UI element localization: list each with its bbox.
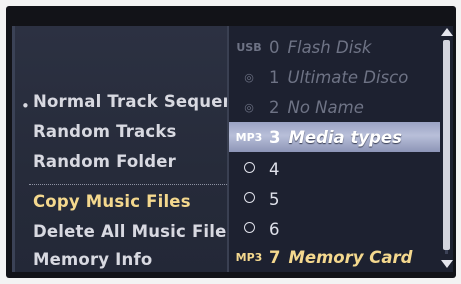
mp3-memory-icon: MP3 — [235, 250, 263, 264]
scroll-up-arrow-icon[interactable] — [441, 28, 453, 36]
media-item-media-types[interactable]: MP3 3 Media types — [229, 122, 441, 152]
menu-item-memory-info[interactable]: Memory Info — [33, 246, 152, 272]
disc-icon: ◎ — [244, 100, 254, 114]
media-name: Ultimate Disco — [287, 67, 409, 87]
media-item-memory-card[interactable]: MP3 7 Memory Card — [229, 242, 441, 272]
media-number: 7 — [269, 247, 281, 267]
media-number: 5 — [269, 189, 280, 209]
media-number: 0 — [269, 37, 280, 57]
scroll-down-arrow-icon[interactable] — [441, 260, 453, 268]
selected-bullet: • — [21, 97, 30, 115]
media-item-flash-disk[interactable]: USB 0 Flash Disk — [229, 32, 441, 62]
menu-item-copy-music-files[interactable]: Copy Music Files — [33, 188, 191, 216]
media-number: 4 — [269, 159, 280, 179]
empty-slot-icon — [229, 222, 269, 236]
scrollbar[interactable] — [440, 26, 453, 272]
media-screen: • Normal Track Sequence Random Tracks Ra… — [12, 26, 453, 272]
media-name: Memory Card — [288, 247, 413, 267]
media-name: Media types — [288, 127, 402, 147]
media-name: Flash Disk — [287, 37, 372, 57]
media-number: 2 — [269, 97, 280, 117]
media-item-no-name[interactable]: ◎ 2 No Name — [229, 92, 441, 122]
options-menu: • Normal Track Sequence Random Tracks Ra… — [12, 26, 229, 272]
menu-item-random-tracks[interactable]: Random Tracks — [33, 118, 177, 146]
menu-divider — [29, 184, 229, 185]
empty-slot-icon — [229, 162, 269, 176]
media-item-slot-6[interactable]: 6 — [229, 214, 441, 244]
mp3-icon: MP3 — [235, 130, 263, 144]
media-number: 1 — [269, 67, 280, 87]
menu-item-random-folder[interactable]: Random Folder — [33, 148, 176, 176]
media-list: USB 0 Flash Disk ◎ 1 Ultimate Disco ◎ 2 … — [227, 26, 441, 272]
usb-icon: USB — [236, 40, 262, 54]
menu-item-normal-track-sequence[interactable]: Normal Track Sequence — [33, 88, 229, 116]
media-item-slot-5[interactable]: 5 — [229, 184, 441, 214]
menu-item-delete-all-music-files[interactable]: Delete All Music Files — [33, 218, 229, 246]
empty-slot-icon — [229, 192, 269, 206]
media-name: No Name — [287, 97, 364, 117]
media-number: 3 — [269, 127, 281, 147]
media-number: 6 — [269, 219, 280, 239]
media-item-slot-4[interactable]: 4 — [229, 154, 441, 184]
disc-icon: ◎ — [244, 70, 254, 84]
media-item-ultimate-disco[interactable]: ◎ 1 Ultimate Disco — [229, 62, 441, 92]
scroll-thumb[interactable] — [443, 40, 450, 250]
